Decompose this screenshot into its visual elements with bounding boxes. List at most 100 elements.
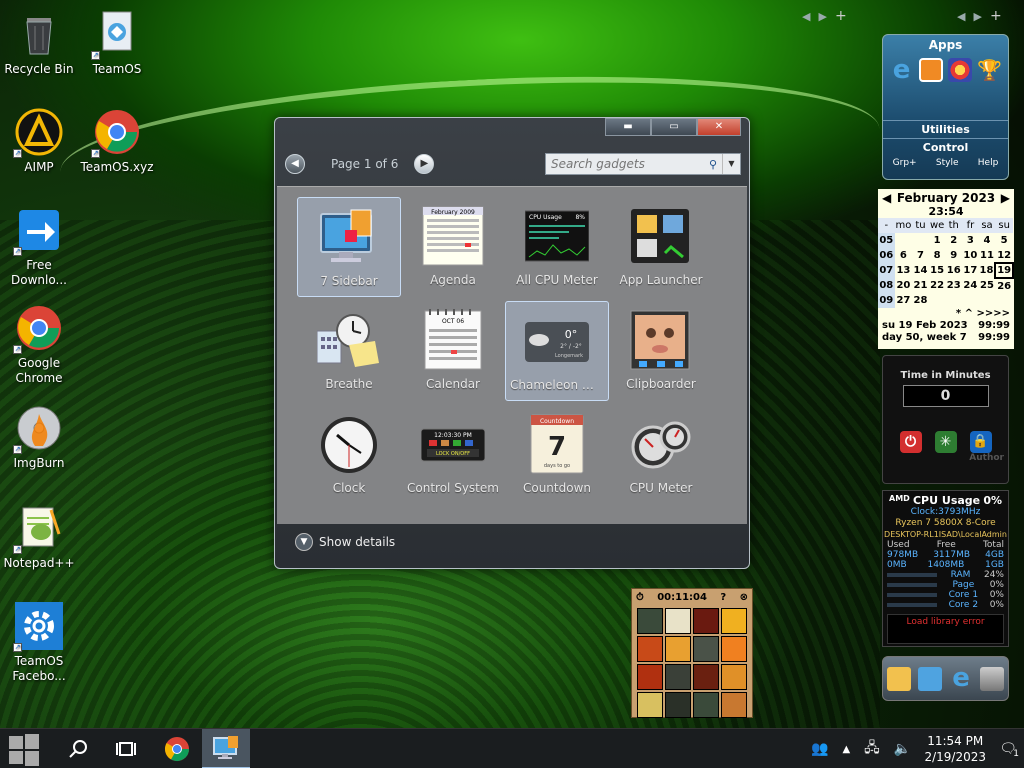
puzzle-piece[interactable] bbox=[637, 692, 663, 718]
sidebar-nav-right[interactable]: ◀▶+ bbox=[957, 8, 1010, 24]
search-button[interactable] bbox=[54, 729, 102, 768]
start-button[interactable] bbox=[0, 729, 48, 768]
computer-icon[interactable] bbox=[917, 666, 942, 691]
prev-arrow-icon[interactable]: ◀ bbox=[802, 10, 818, 23]
recycle-bin-icon[interactable] bbox=[980, 666, 1005, 691]
day-cell[interactable] bbox=[895, 233, 913, 248]
day-cell[interactable]: 12 bbox=[995, 248, 1013, 263]
puzzle-piece[interactable] bbox=[693, 636, 719, 662]
day-cell[interactable]: 21 bbox=[912, 278, 929, 293]
day-cell[interactable] bbox=[929, 293, 946, 308]
tray-expand-icon[interactable]: ▲ bbox=[835, 744, 857, 755]
day-cell[interactable]: 23 bbox=[945, 278, 962, 293]
day-cell-today[interactable]: 19 bbox=[994, 262, 1014, 279]
internet-explorer-icon[interactable]: e bbox=[890, 57, 914, 83]
puzzle-piece[interactable] bbox=[693, 664, 719, 690]
people-icon[interactable]: 👥 bbox=[804, 741, 835, 757]
desktop-icon-recycle-bin[interactable]: Recycle Bin bbox=[2, 10, 76, 77]
gadget-tile-chameleon-weather[interactable]: 0° 2° / -2° Longemark Chameleon We... bbox=[505, 301, 609, 401]
show-details-toggle[interactable]: ▼ Show details bbox=[295, 533, 395, 551]
taskbar-clock[interactable]: 11:54 PM 2/19/2023 bbox=[918, 733, 992, 765]
puzzle-piece[interactable] bbox=[693, 692, 719, 718]
day-cell[interactable]: 25 bbox=[979, 278, 996, 293]
puzzle-piece[interactable] bbox=[721, 692, 747, 718]
puzzle-piece[interactable] bbox=[637, 664, 663, 690]
taskbar-chrome-button[interactable] bbox=[153, 729, 201, 768]
day-cell[interactable]: 4 bbox=[979, 233, 996, 248]
day-cell[interactable] bbox=[995, 293, 1013, 308]
search-dropdown-button[interactable]: ▼ bbox=[722, 154, 740, 174]
day-cell[interactable]: 1 bbox=[929, 233, 946, 248]
apps-utilities-tab[interactable]: Utilities bbox=[883, 120, 1008, 138]
puzzle-piece[interactable] bbox=[693, 608, 719, 634]
maximize-button[interactable]: ▭ bbox=[651, 118, 697, 136]
folder-icon[interactable] bbox=[886, 666, 911, 691]
add-gadget-icon[interactable]: + bbox=[835, 8, 855, 24]
gadget-tile-clipboarder[interactable]: Clipboarder bbox=[609, 301, 713, 401]
apps-link-grp[interactable]: Grp+ bbox=[893, 158, 917, 168]
day-cell[interactable]: 9 bbox=[945, 248, 962, 263]
desktop-icon-google-chrome[interactable]: ↗ Google Chrome bbox=[2, 304, 76, 386]
desktop-icon-teamos[interactable]: ↗ TeamOS bbox=[80, 10, 154, 77]
gadget-tile-countdown[interactable]: Countdown 7 days to go Countdown bbox=[505, 405, 609, 505]
network-icon[interactable]: 🖧 bbox=[857, 737, 887, 761]
day-cell[interactable]: 17 bbox=[962, 263, 979, 278]
restart-icon[interactable]: ✳ bbox=[934, 431, 957, 453]
puzzle-help-icon[interactable]: ? bbox=[720, 592, 726, 603]
day-cell[interactable]: 5 bbox=[995, 233, 1013, 248]
prev-month-icon[interactable]: ◀ bbox=[882, 191, 891, 205]
puzzle-piece[interactable] bbox=[665, 664, 691, 690]
day-cell[interactable] bbox=[962, 293, 979, 308]
desktop-icon-teamos-xyz[interactable]: ↗ TeamOS.xyz bbox=[80, 108, 154, 175]
day-cell[interactable]: 18 bbox=[979, 263, 996, 278]
power-icon[interactable]: ⏻ bbox=[899, 431, 922, 453]
desktop-icon-imgburn[interactable]: ↗ ImgBurn bbox=[2, 404, 76, 471]
calendar-nav[interactable]: * ^ >>>> bbox=[878, 308, 1014, 320]
apps-link-help[interactable]: Help bbox=[978, 158, 999, 168]
volume-icon[interactable]: 🔈 bbox=[887, 741, 918, 757]
add-gadget-icon[interactable]: + bbox=[990, 8, 1010, 24]
day-cell[interactable]: 22 bbox=[929, 278, 946, 293]
puzzle-piece[interactable] bbox=[637, 636, 663, 662]
prev-arrow-icon[interactable]: ◀ bbox=[957, 10, 973, 23]
day-cell[interactable]: 3 bbox=[962, 233, 979, 248]
puzzle-piece[interactable] bbox=[665, 608, 691, 634]
day-cell[interactable]: 13 bbox=[895, 263, 913, 278]
gadget-tile-breathe[interactable]: Breathe bbox=[297, 301, 401, 401]
puzzle-piece[interactable] bbox=[721, 664, 747, 690]
apps-link-style[interactable]: Style bbox=[936, 158, 959, 168]
day-cell[interactable]: 27 bbox=[895, 293, 913, 308]
task-view-button[interactable] bbox=[102, 729, 150, 768]
day-cell[interactable]: 7 bbox=[912, 248, 929, 263]
day-cell[interactable]: 11 bbox=[979, 248, 996, 263]
day-cell[interactable]: 14 bbox=[912, 263, 929, 278]
next-month-icon[interactable]: ▶ bbox=[1001, 191, 1010, 205]
day-cell[interactable] bbox=[979, 293, 996, 308]
day-cell[interactable] bbox=[912, 233, 929, 248]
day-cell[interactable]: 10 bbox=[962, 248, 979, 263]
next-arrow-icon[interactable]: ▶ bbox=[818, 10, 834, 23]
next-page-button[interactable]: ▶ bbox=[414, 154, 435, 174]
day-cell[interactable]: 20 bbox=[895, 278, 913, 293]
next-arrow-icon[interactable]: ▶ bbox=[973, 10, 989, 23]
gadget-tile-all-cpu-meter[interactable]: CPU Usage 8% All CPU Meter bbox=[505, 197, 609, 297]
puzzle-piece[interactable] bbox=[637, 608, 663, 634]
close-button[interactable]: ✕ bbox=[697, 118, 741, 136]
day-cell[interactable]: 16 bbox=[945, 263, 962, 278]
prev-page-button[interactable]: ◀ bbox=[285, 154, 305, 174]
day-cell[interactable]: 15 bbox=[929, 263, 946, 278]
puzzle-piece[interactable] bbox=[665, 636, 691, 662]
minimize-button[interactable]: ▬ bbox=[605, 118, 651, 136]
puzzle-piece[interactable] bbox=[721, 608, 747, 634]
puzzle-solve-icon[interactable]: ⊗ bbox=[740, 592, 748, 603]
day-cell[interactable]: 2 bbox=[945, 233, 962, 248]
sidebar-nav-left[interactable]: ◀▶+ bbox=[802, 8, 855, 24]
internet-explorer-icon[interactable]: e bbox=[949, 665, 973, 691]
timer-value[interactable]: 0 bbox=[902, 385, 989, 407]
gadget-tile-clock[interactable]: Clock bbox=[297, 405, 401, 505]
desktop-icon-teamos-facebook[interactable]: ↗ TeamOS Facebo... bbox=[2, 602, 76, 684]
search-icon[interactable]: ⚲ bbox=[704, 158, 722, 171]
gadget-tile-agenda[interactable]: February 2009 Agenda bbox=[401, 197, 505, 297]
puzzle-piece[interactable] bbox=[721, 636, 747, 662]
notification-center-button[interactable]: 🗨 1 bbox=[992, 741, 1024, 759]
